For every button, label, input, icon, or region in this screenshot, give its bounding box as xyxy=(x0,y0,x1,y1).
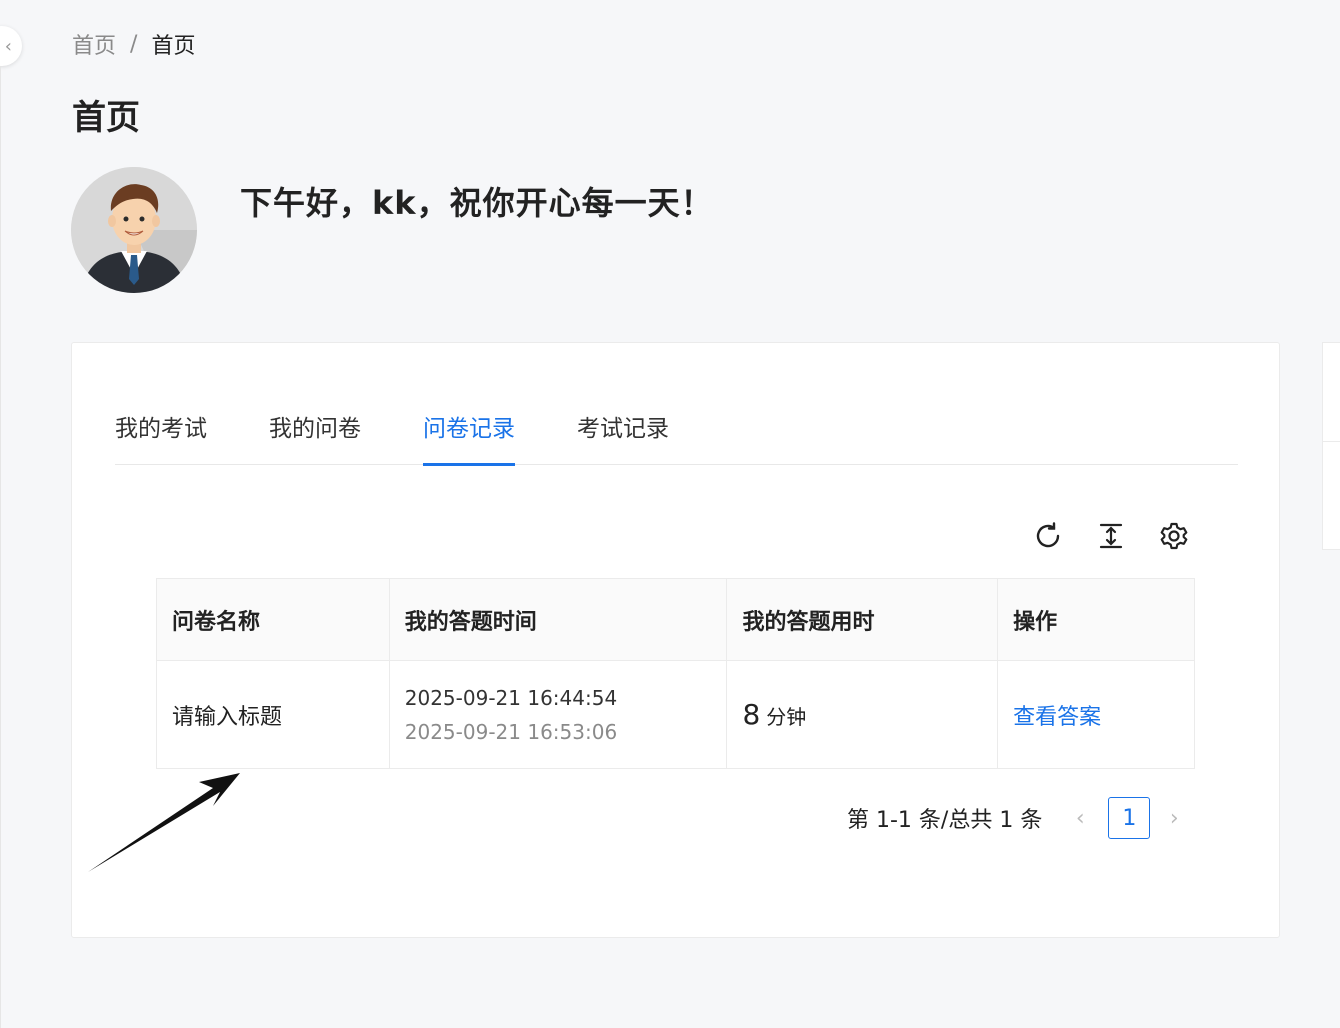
side-panel-edge xyxy=(1322,342,1340,550)
table-header-row: 问卷名称 我的答题时间 我的答题用时 操作 xyxy=(156,578,1195,661)
pagination-total: 第 1-1 条/总共 1 条 xyxy=(847,808,1043,833)
duration-unit: 分钟 xyxy=(766,705,807,729)
settings-icon[interactable] xyxy=(1157,519,1190,552)
survey-records-table: 问卷名称 我的答题时间 我的答题用时 操作 请输入标题 2025-09-21 1… xyxy=(156,578,1195,769)
page-title: 首页 xyxy=(72,98,140,138)
tab-exam-records[interactable]: 考试记录 xyxy=(577,409,669,465)
start-time: 2025-09-21 16:44:54 xyxy=(404,685,618,710)
breadcrumb-current: 首页 xyxy=(151,34,196,59)
tab-my-surveys[interactable]: 我的问卷 xyxy=(269,409,361,465)
records-card: 我的考试 我的问卷 问卷记录 考试记录 问卷名称 我的答题时间 我的答题用时 操… xyxy=(71,342,1280,938)
cell-duration: 8 分钟 xyxy=(726,660,999,769)
cell-answer-time: 2025-09-21 16:44:54 2025-09-21 16:53:06 xyxy=(388,660,728,769)
reload-icon[interactable] xyxy=(1031,519,1064,552)
duration-value: 8 xyxy=(742,698,761,731)
prev-page-button[interactable]: ‹ xyxy=(1068,806,1092,831)
sidebar-collapse-button[interactable]: ‹ xyxy=(0,26,22,66)
sidebar-edge xyxy=(0,66,1,1028)
cell-actions: 查看答案 xyxy=(997,660,1195,769)
cell-survey-name: 请输入标题 xyxy=(156,660,390,769)
tab-my-exams[interactable]: 我的考试 xyxy=(115,409,207,465)
breadcrumb-separator: / xyxy=(130,31,138,57)
annotation-arrow-icon xyxy=(85,768,245,882)
breadcrumb: 首页 / 首页 xyxy=(72,28,195,60)
column-height-icon[interactable] xyxy=(1094,519,1127,552)
greeting-text: 下午好，kk，祝你开心每一天！ xyxy=(240,184,714,222)
table-row: 请输入标题 2025-09-21 16:44:54 2025-09-21 16:… xyxy=(156,660,1195,769)
chevron-left-icon: ‹ xyxy=(4,35,12,57)
tab-survey-records[interactable]: 问卷记录 xyxy=(423,409,515,466)
column-header-duration: 我的答题用时 xyxy=(726,578,999,661)
tab-bar: 我的考试 我的问卷 问卷记录 考试记录 xyxy=(115,405,1238,466)
pagination: 第 1-1 条/总共 1 条 ‹ 1 › xyxy=(847,797,1186,839)
page-1-button[interactable]: 1 xyxy=(1108,797,1151,839)
table-toolbar xyxy=(1031,519,1190,552)
next-page-button[interactable]: › xyxy=(1162,806,1186,831)
column-header-answer-time: 我的答题时间 xyxy=(388,578,728,661)
view-answer-link[interactable]: 查看答案 xyxy=(1013,705,1101,730)
breadcrumb-home[interactable]: 首页 xyxy=(72,28,116,60)
avatar xyxy=(71,167,197,293)
end-time: 2025-09-21 16:53:06 xyxy=(404,719,618,744)
column-header-actions: 操作 xyxy=(997,578,1195,661)
column-header-name: 问卷名称 xyxy=(156,578,390,661)
